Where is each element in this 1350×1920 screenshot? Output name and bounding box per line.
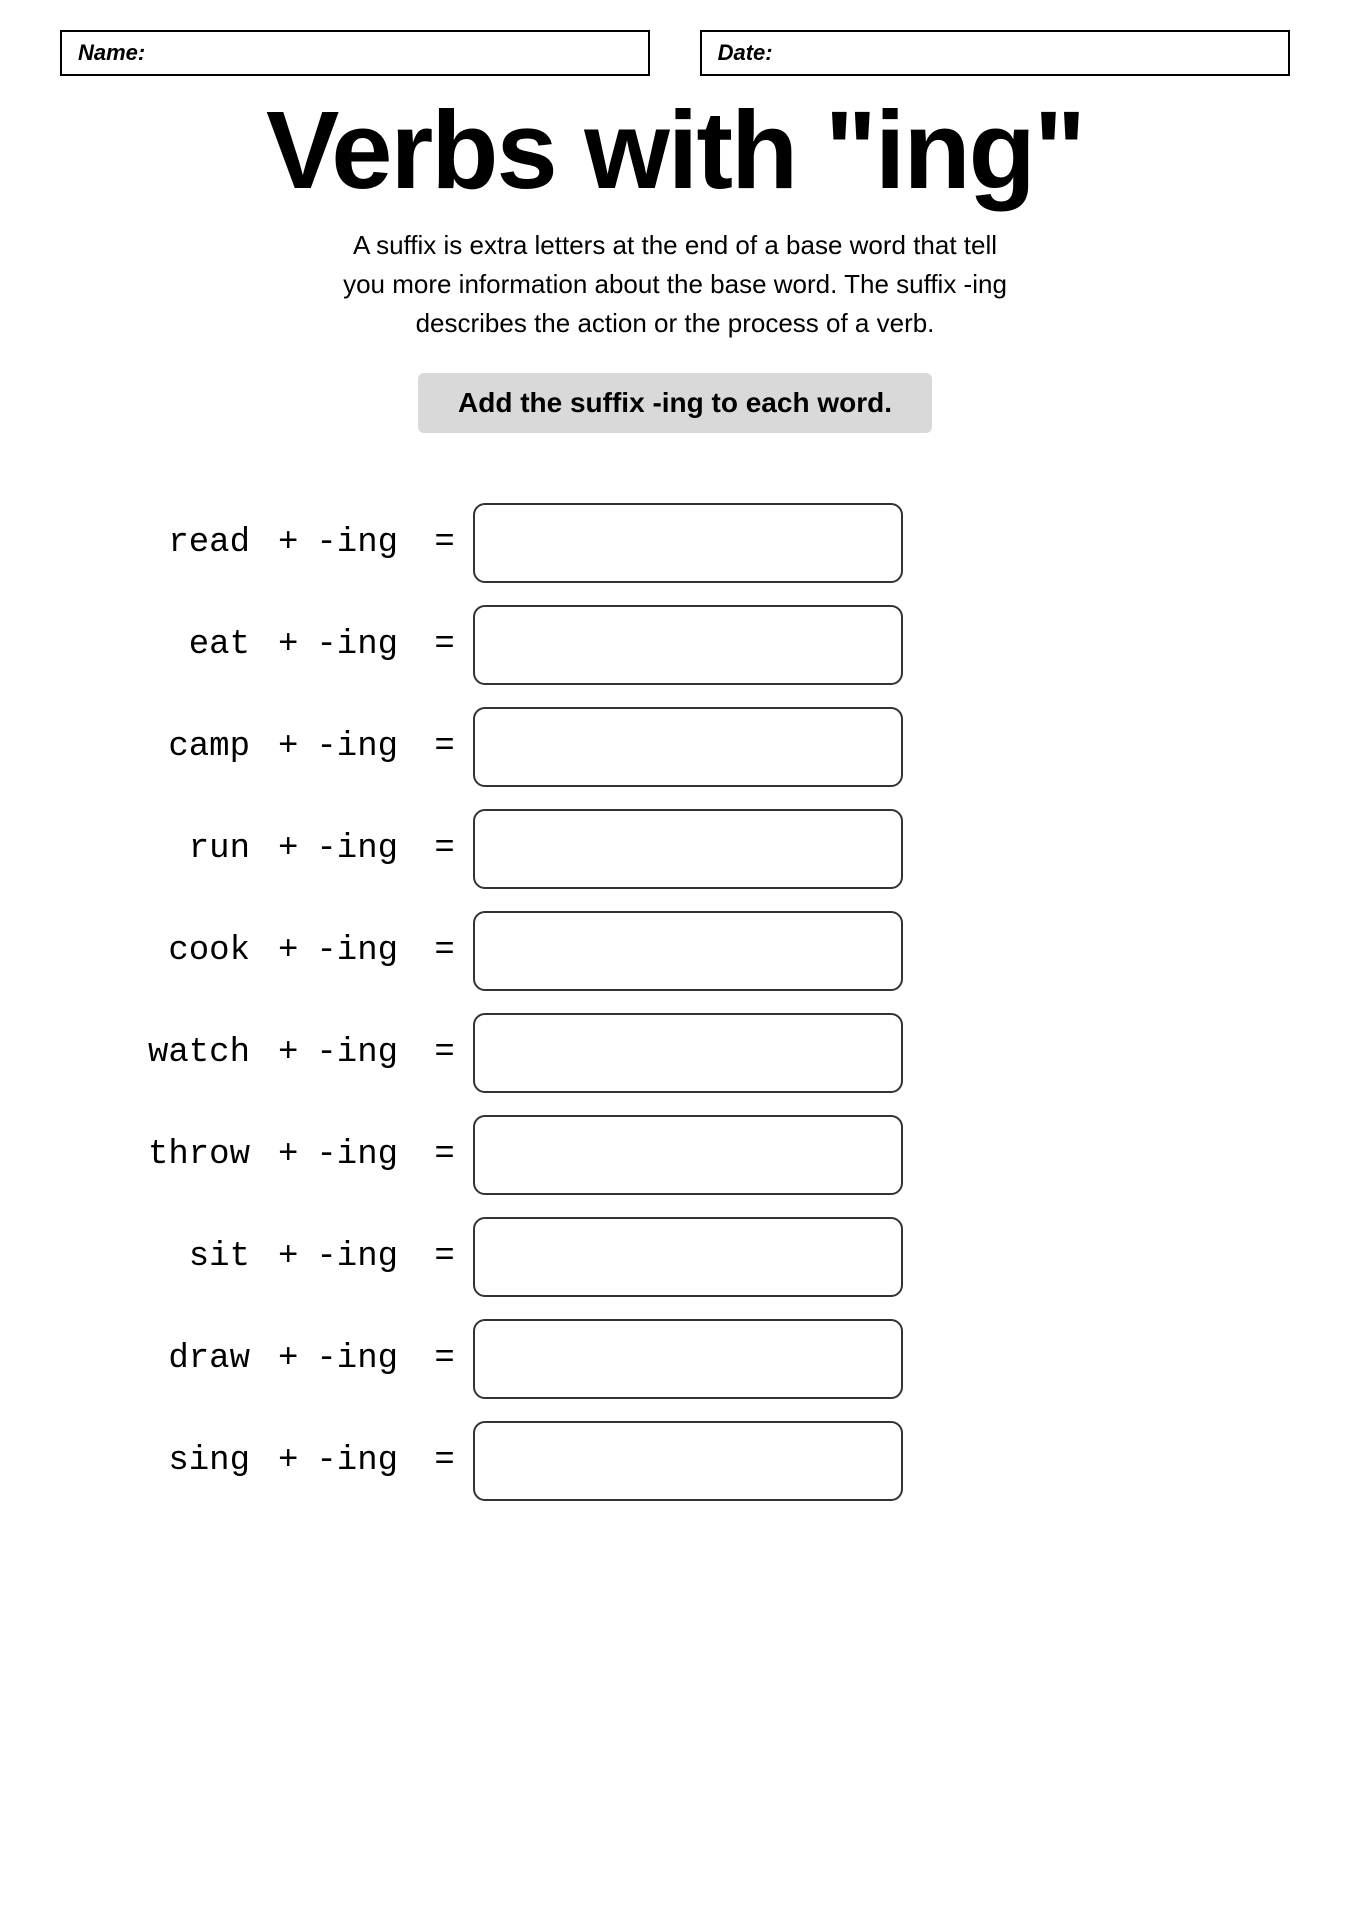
plus-sign: + [260,626,316,664]
equals-sign: = [416,1136,472,1174]
description: A suffix is extra letters at the end of … [60,226,1290,343]
name-field: Name: [60,30,650,76]
answer-input-sit[interactable] [475,1219,901,1295]
word-run: run [60,830,260,868]
word-watch: watch [60,1034,260,1072]
page-title: Verbs with "ing" [60,96,1290,206]
plus-sign: + [260,1340,316,1378]
exercise-row: sit+-ing= [60,1217,1290,1297]
exercise-row: cook+-ing= [60,911,1290,991]
equals-sign: = [416,626,472,664]
word-cook: cook [60,932,260,970]
description-line1: A suffix is extra letters at the end of … [353,230,997,260]
word-eat: eat [60,626,260,664]
equals-sign: = [416,1340,472,1378]
instruction-wrapper: Add the suffix -ing to each word. [60,373,1290,473]
answer-box-run[interactable] [473,809,903,889]
answer-input-cook[interactable] [475,913,901,989]
exercise-row: eat+-ing= [60,605,1290,685]
plus-sign: + [260,728,316,766]
exercise-row: sing+-ing= [60,1421,1290,1501]
suffix-part: -ing [316,1034,416,1072]
exercises: read+-ing=eat+-ing=camp+-ing=run+-ing=co… [60,503,1290,1501]
suffix-part: -ing [316,1442,416,1480]
plus-sign: + [260,1442,316,1480]
word-camp: camp [60,728,260,766]
equals-sign: = [416,830,472,868]
word-read: read [60,524,260,562]
exercise-row: throw+-ing= [60,1115,1290,1195]
exercise-row: watch+-ing= [60,1013,1290,1093]
plus-sign: + [260,1136,316,1174]
plus-sign: + [260,524,316,562]
description-line3: describes the action or the process of a… [416,308,935,338]
date-field: Date: [700,30,1290,76]
word-sit: sit [60,1238,260,1276]
description-line2: you more information about the base word… [343,269,1007,299]
exercise-row: camp+-ing= [60,707,1290,787]
exercise-row: read+-ing= [60,503,1290,583]
answer-input-throw[interactable] [475,1117,901,1193]
suffix-part: -ing [316,1136,416,1174]
plus-sign: + [260,932,316,970]
equals-sign: = [416,1442,472,1480]
header-row: Name: Date: [60,30,1290,76]
suffix-part: -ing [316,830,416,868]
suffix-part: -ing [316,728,416,766]
exercise-row: draw+-ing= [60,1319,1290,1399]
equals-sign: = [416,1238,472,1276]
answer-box-eat[interactable] [473,605,903,685]
answer-input-camp[interactable] [475,709,901,785]
equals-sign: = [416,1034,472,1072]
plus-sign: + [260,1238,316,1276]
answer-box-read[interactable] [473,503,903,583]
answer-input-draw[interactable] [475,1321,901,1397]
suffix-part: -ing [316,524,416,562]
answer-box-sing[interactable] [473,1421,903,1501]
word-sing: sing [60,1442,260,1480]
suffix-part: -ing [316,932,416,970]
instruction-box: Add the suffix -ing to each word. [418,373,932,433]
suffix-part: -ing [316,1340,416,1378]
answer-box-camp[interactable] [473,707,903,787]
exercise-row: run+-ing= [60,809,1290,889]
equals-sign: = [416,932,472,970]
equals-sign: = [416,524,472,562]
answer-input-read[interactable] [475,505,901,581]
word-throw: throw [60,1136,260,1174]
date-label: Date: [718,40,773,65]
suffix-part: -ing [316,626,416,664]
word-draw: draw [60,1340,260,1378]
answer-input-watch[interactable] [475,1015,901,1091]
plus-sign: + [260,830,316,868]
answer-input-run[interactable] [475,811,901,887]
plus-sign: + [260,1034,316,1072]
answer-box-cook[interactable] [473,911,903,991]
answer-input-sing[interactable] [475,1423,901,1499]
answer-box-sit[interactable] [473,1217,903,1297]
answer-box-throw[interactable] [473,1115,903,1195]
name-label: Name: [78,40,145,65]
answer-input-eat[interactable] [475,607,901,683]
suffix-part: -ing [316,1238,416,1276]
answer-box-watch[interactable] [473,1013,903,1093]
equals-sign: = [416,728,472,766]
answer-box-draw[interactable] [473,1319,903,1399]
